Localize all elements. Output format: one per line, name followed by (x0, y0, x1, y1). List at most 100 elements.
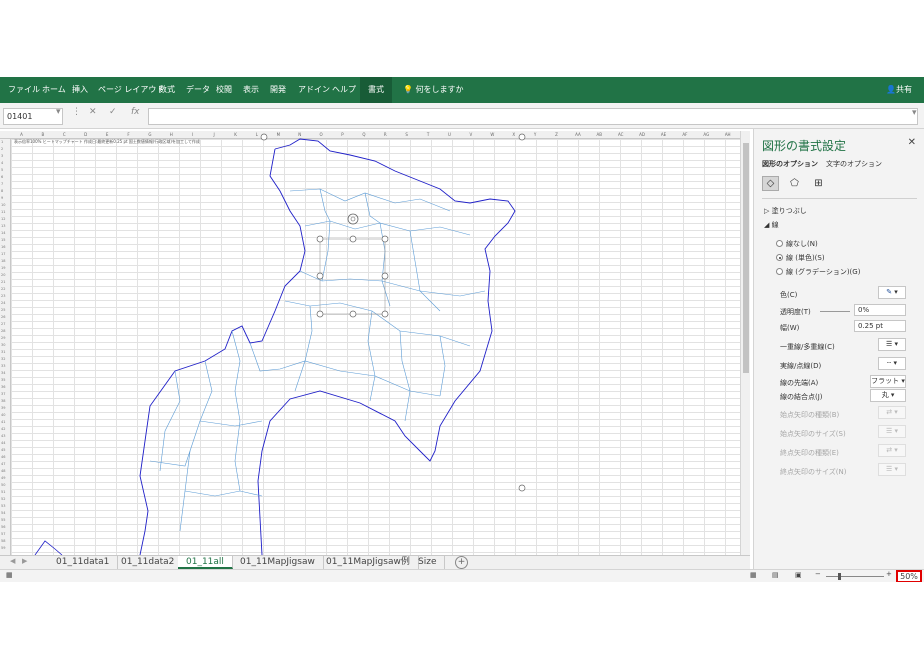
tab-help[interactable]: ヘルプ (332, 77, 356, 103)
expand-formula-icon[interactable]: ▾ (912, 108, 917, 118)
dash-label: 実線/点線(D) (780, 362, 822, 370)
pane-title: 図形の書式設定 (762, 139, 847, 153)
enter-icon[interactable]: ✓ (109, 107, 117, 117)
zoom-in-icon[interactable]: + (886, 570, 892, 578)
pane-divider (762, 198, 917, 199)
outer-selection-handles[interactable] (260, 133, 526, 492)
page-break-view-icon[interactable]: ▣ (795, 571, 802, 579)
tell-me-search[interactable]: 💡 何をしますか (403, 77, 464, 103)
radio-dot (776, 240, 783, 247)
radio-solid-line-label: 線 (単色)(S) (786, 254, 825, 262)
color-picker-button[interactable]: ✎ ▾ (878, 286, 906, 299)
radio-dot-selected (776, 254, 783, 261)
end-arrow-type-dropdown[interactable]: ⇄ ▾ (878, 444, 906, 457)
radio-no-line-label: 線なし(N) (786, 240, 818, 248)
chevron-down-icon: ◢ (764, 221, 770, 229)
end-arrow-type-label: 終点矢印の種類(E) (780, 449, 839, 457)
end-arrow-size-dropdown[interactable]: ☰ ▾ (878, 463, 906, 476)
chevron-down-icon[interactable]: ▾ (56, 107, 61, 117)
tab-insert[interactable]: 挿入 (72, 77, 88, 103)
radio-gradient-line[interactable]: 線 (グラデーション)(G) (776, 267, 860, 277)
name-box[interactable]: 01401 (3, 108, 63, 125)
zoom-out-icon[interactable]: − (815, 570, 821, 578)
formula-bar: 01401 ▾ ⋮ ✕ ✓ fx ▾ (0, 103, 924, 129)
person-icon: 👤 (886, 85, 896, 94)
sheet-tab-size[interactable]: Size (410, 556, 446, 569)
sheet-tab-bar: ◀ ▶ 01_11data1 01_11data2 01_11all 01_11… (0, 555, 750, 569)
macro-record-icon[interactable]: ▦ (6, 571, 13, 579)
tab-addins[interactable]: アドイン (298, 77, 330, 103)
begin-arrow-type-label: 始点矢印の種類(B) (780, 411, 840, 419)
tab-shape-options[interactable]: 図形のオプション (762, 159, 818, 169)
begin-arrow-size-label: 始点矢印のサイズ(S) (780, 430, 846, 438)
cap-label: 線の先端(A) (780, 379, 819, 387)
map-outline-bottom (34, 540, 63, 555)
tell-me-label: 何をしますか (415, 85, 464, 94)
fill-section[interactable]: ▷ 塗りつぶし (764, 206, 807, 216)
join-dropdown[interactable]: 丸 ▾ (870, 389, 906, 402)
tab-view[interactable]: 表示 (243, 77, 259, 103)
page-layout-view-icon[interactable]: ▤ (772, 571, 779, 579)
formula-input[interactable] (148, 108, 918, 125)
more-dots-icon: ⋮ (72, 107, 81, 117)
cap-dropdown[interactable]: フラット ▾ (870, 375, 906, 388)
tab-formulas[interactable]: 数式 (159, 77, 175, 103)
tab-home[interactable]: ホーム (42, 77, 66, 103)
compound-dropdown[interactable]: ☰ ▾ (878, 338, 906, 351)
next-sheet-icon[interactable]: ▶ (22, 557, 27, 565)
normal-view-icon[interactable]: ▦ (750, 571, 757, 579)
sheet-tab-all[interactable]: 01_11all (178, 556, 233, 569)
transparency-label: 透明度(T) (780, 308, 811, 316)
tab-format[interactable]: 書式 (360, 77, 392, 103)
zoom-slider-thumb[interactable] (838, 573, 841, 580)
transparency-slider[interactable] (820, 311, 850, 312)
sheet-tab-data2[interactable]: 01_11data2 (113, 556, 184, 569)
radio-no-line[interactable]: 線なし(N) (776, 239, 818, 249)
close-icon[interactable]: ✕ (908, 137, 916, 148)
zoom-slider[interactable] (826, 576, 884, 577)
vertical-scrollbar[interactable] (740, 131, 750, 555)
fill-line-icon[interactable]: ◇ (762, 176, 779, 191)
tab-page-layout[interactable]: ページ レイアウト (98, 77, 164, 103)
effects-icon[interactable]: ⬠ (786, 176, 803, 191)
transparency-input[interactable]: 0% (854, 304, 906, 316)
dash-dropdown[interactable]: ┄ ▾ (878, 357, 906, 370)
municipality-map[interactable] (0, 131, 740, 555)
selection-handles[interactable] (316, 213, 389, 318)
ribbon-tab-bar: ファイル ホーム 挿入 ページ レイアウト 数式 データ 校閲 表示 開発 アド… (0, 77, 924, 103)
share-label: 共有 (896, 85, 912, 94)
share-button[interactable]: 👤共有 (886, 77, 912, 103)
status-bar: ▦ ▦ ▤ ▣ − + 50% (0, 569, 924, 582)
scroll-thumb[interactable] (743, 143, 749, 373)
width-label: 幅(W) (780, 324, 800, 332)
worksheet-grid[interactable]: A B C D E F G H I J K L M N O P Q R S T U V W X Y Z AA AB AC AD AE AF AG… (0, 131, 750, 555)
radio-dot (776, 268, 783, 275)
format-shape-pane: 図形の書式設定 ✕ 図形のオプション 文字のオプション ◇ ⬠ ⊞ ▷ 塗りつぶ… (753, 129, 924, 569)
end-arrow-size-label: 終点矢印のサイズ(N) (780, 468, 847, 476)
sheet-tab-mapjigsaw[interactable]: 01_11MapJigsaw (232, 556, 324, 569)
fx-icon[interactable]: fx (131, 107, 140, 117)
join-value: 丸 (881, 391, 889, 399)
tab-text-options[interactable]: 文字のオプション (826, 159, 882, 169)
begin-arrow-size-dropdown[interactable]: ☰ ▾ (878, 425, 906, 438)
fill-section-label: 塗りつぶし (771, 207, 807, 215)
line-section[interactable]: ◢ 線 (764, 220, 779, 230)
begin-arrow-type-dropdown[interactable]: ⇄ ▾ (878, 406, 906, 419)
chevron-right-icon: ▷ (764, 207, 770, 215)
radio-solid-line[interactable]: 線 (単色)(S) (776, 253, 825, 263)
tab-developer[interactable]: 開発 (270, 77, 286, 103)
compound-label: 一重線/多重線(C) (780, 343, 835, 351)
width-input[interactable]: 0.25 pt (854, 320, 906, 332)
sheet-tab-data1[interactable]: 01_11data1 (48, 556, 119, 569)
excel-window: ファイル ホーム 挿入 ページ レイアウト 数式 データ 校閲 表示 開発 アド… (0, 77, 924, 582)
size-properties-icon[interactable]: ⊞ (810, 176, 827, 191)
tab-file[interactable]: ファイル (8, 77, 40, 103)
zoom-level[interactable]: 50% (896, 570, 922, 582)
sheet-tab-mapjigsaw-example[interactable]: 01_11MapJigsaw例 (318, 556, 419, 569)
tab-review[interactable]: 校閲 (216, 77, 232, 103)
tab-data[interactable]: データ (186, 77, 210, 103)
cancel-icon[interactable]: ✕ (89, 107, 97, 117)
prev-sheet-icon[interactable]: ◀ (10, 557, 15, 565)
add-sheet-icon[interactable]: + (455, 556, 468, 569)
line-section-label: 線 (771, 221, 779, 229)
